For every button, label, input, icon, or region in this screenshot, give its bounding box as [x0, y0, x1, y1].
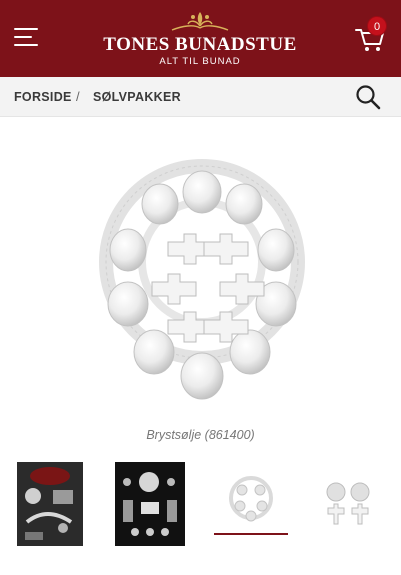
breadcrumb-current-link[interactable]: SØLVPAKKER — [93, 90, 181, 104]
product-caption: Brystsølje (861400) — [146, 428, 255, 442]
breadcrumb: FORSIDE / SØLVPAKKER — [0, 77, 401, 117]
cart-button[interactable]: 0 — [354, 16, 388, 54]
cart-count-badge: 0 — [367, 16, 387, 36]
product-thumbnail[interactable] — [115, 462, 185, 546]
site-header: TONES BUNADSTUE ALT TIL BUNAD 0 — [0, 0, 401, 77]
breadcrumb-home-link[interactable]: FORSIDE — [14, 90, 72, 104]
site-logo[interactable]: TONES BUNADSTUE ALT TIL BUNAD — [80, 8, 320, 70]
logo-ornament-icon — [171, 12, 229, 31]
search-icon[interactable] — [355, 84, 381, 110]
logo-subtitle: ALT TIL BUNAD — [159, 56, 241, 67]
product-thumbnail[interactable] — [17, 462, 83, 546]
hamburger-menu-icon[interactable] — [14, 28, 40, 48]
selected-thumbnail-indicator — [214, 533, 288, 535]
product-main-image[interactable] — [88, 152, 316, 408]
breadcrumb-separator: / — [76, 89, 80, 104]
product-thumbnail[interactable] — [316, 462, 382, 546]
logo-title: TONES BUNADSTUE — [103, 34, 297, 55]
